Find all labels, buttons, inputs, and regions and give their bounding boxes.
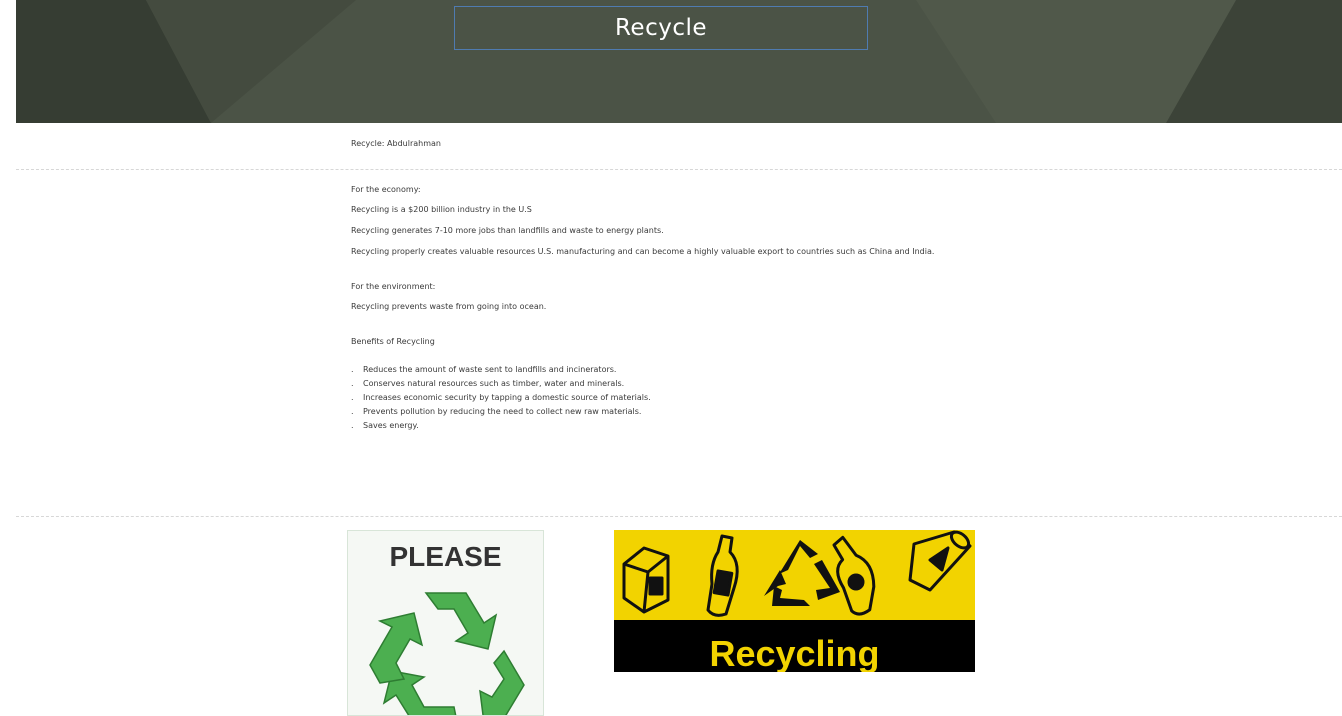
list-item: . Reduces the amount of waste sent to lan… xyxy=(351,365,617,374)
page-title: Recycle xyxy=(614,15,708,41)
list-item: . Increases economic security by tapping … xyxy=(351,393,651,402)
benefits-list: . Reduces the amount of waste sent to lan… xyxy=(351,363,971,433)
list-item: . Prevents pollution by reducing the need… xyxy=(351,407,642,416)
recycle-icon xyxy=(369,592,525,715)
please-recycle-image[interactable]: PLEASE xyxy=(347,530,544,716)
author-line: Recycle: Abdulrahman xyxy=(351,139,441,148)
benefits-heading: Benefits of Recycling xyxy=(351,337,435,346)
recycling-banner-image[interactable]: Recycling xyxy=(614,530,975,672)
divider xyxy=(16,516,1342,517)
economy-line: Recycling generates 7-10 more jobs than … xyxy=(351,226,664,235)
economy-line: Recycling properly creates valuable reso… xyxy=(351,247,935,256)
list-item: . Conserves natural resources such as tim… xyxy=(351,379,625,388)
milk-carton-icon xyxy=(622,546,670,614)
banner-icons xyxy=(622,530,972,617)
bottle-icon xyxy=(706,534,739,617)
list-item: . Saves energy. xyxy=(351,421,419,430)
page-title-box[interactable]: Recycle xyxy=(454,6,868,50)
can-icon xyxy=(908,530,972,592)
please-text: PLEASE xyxy=(389,541,502,572)
header-banner: Recycle xyxy=(16,0,1342,123)
banner-text: Recycling xyxy=(709,633,880,673)
recycle-icon xyxy=(764,540,840,606)
article-content: For the economy: Recycling is a $200 bil… xyxy=(351,184,971,433)
glass-bottle-icon xyxy=(832,535,876,616)
divider xyxy=(16,169,1342,170)
environment-heading: For the environment: xyxy=(351,282,436,291)
economy-line: Recycling is a $200 billion industry in … xyxy=(351,205,532,214)
economy-heading: For the economy: xyxy=(351,185,421,194)
environment-line: Recycling prevents waste from going into… xyxy=(351,302,547,311)
